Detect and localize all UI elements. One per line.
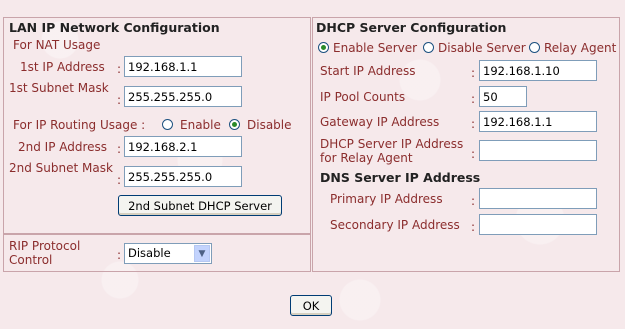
lan-section-title: LAN IP Network Configuration bbox=[9, 20, 220, 35]
gateway-colon: : bbox=[471, 117, 476, 131]
mask1-colon: : bbox=[117, 93, 122, 107]
dhcp-disable-radio[interactable] bbox=[423, 42, 434, 53]
dhcp-disable-label: Disable Server bbox=[438, 41, 526, 55]
pool-count-label: IP Pool Counts bbox=[320, 90, 406, 104]
rip-select-value: Disable bbox=[128, 246, 171, 260]
routing-enable-radio[interactable] bbox=[162, 119, 173, 130]
rip-colon: : bbox=[117, 248, 122, 262]
mask2-input[interactable] bbox=[124, 166, 242, 187]
relay-ip-label: DHCP Server IP Address for Relay Agent bbox=[320, 137, 464, 165]
dhcp-relay-radio[interactable] bbox=[529, 42, 540, 53]
pool-count-colon: : bbox=[471, 92, 476, 106]
mask2-colon: : bbox=[117, 173, 122, 187]
nat-usage-label: For NAT Usage bbox=[13, 38, 101, 52]
routing-enable-label: Enable bbox=[180, 118, 221, 132]
dhcp-enable-label: Enable Server bbox=[333, 41, 418, 55]
dns-primary-input[interactable] bbox=[479, 188, 597, 209]
dns-secondary-colon: : bbox=[471, 220, 476, 234]
mask1-input[interactable] bbox=[124, 86, 242, 107]
mask2-label: 2nd Subnet Mask bbox=[9, 161, 113, 175]
start-ip-input[interactable] bbox=[479, 60, 597, 81]
start-ip-colon: : bbox=[471, 66, 476, 80]
routing-label: For IP Routing Usage : bbox=[13, 118, 146, 132]
gateway-input[interactable] bbox=[479, 111, 597, 132]
subnet2-dhcp-button[interactable]: 2nd Subnet DHCP Server bbox=[118, 195, 282, 216]
dns-section-title: DNS Server IP Address bbox=[320, 170, 481, 185]
mask1-label: 1st Subnet Mask bbox=[9, 81, 109, 95]
dhcp-relay-label: Relay Agent bbox=[544, 41, 617, 55]
relay-ip-colon: : bbox=[471, 147, 476, 161]
dns-primary-colon: : bbox=[471, 194, 476, 208]
ip2-input[interactable] bbox=[124, 136, 242, 157]
ip1-colon: : bbox=[117, 62, 122, 76]
dhcp-enable-radio[interactable] bbox=[318, 42, 329, 53]
ip2-label: 2nd IP Address bbox=[18, 140, 108, 154]
rip-select[interactable]: Disable ▼ bbox=[124, 243, 212, 264]
dns-secondary-input[interactable] bbox=[479, 214, 597, 235]
routing-disable-radio[interactable] bbox=[229, 119, 240, 130]
relay-ip-input[interactable] bbox=[479, 140, 597, 161]
dns-secondary-label: Secondary IP Address bbox=[330, 218, 460, 232]
chevron-down-icon[interactable]: ▼ bbox=[194, 245, 210, 262]
ip2-colon: : bbox=[117, 142, 122, 156]
start-ip-label: Start IP Address bbox=[320, 64, 416, 78]
routing-disable-label: Disable bbox=[247, 118, 292, 132]
pool-count-input[interactable] bbox=[479, 86, 527, 107]
dhcp-section-title: DHCP Server Configuration bbox=[316, 20, 507, 35]
ok-button[interactable]: OK bbox=[290, 295, 332, 316]
rip-label: RIP Protocol Control bbox=[9, 239, 81, 267]
ip1-input[interactable] bbox=[124, 56, 242, 77]
dns-primary-label: Primary IP Address bbox=[330, 192, 443, 206]
ip1-label: 1st IP Address bbox=[20, 60, 105, 74]
gateway-label: Gateway IP Address bbox=[320, 115, 440, 129]
